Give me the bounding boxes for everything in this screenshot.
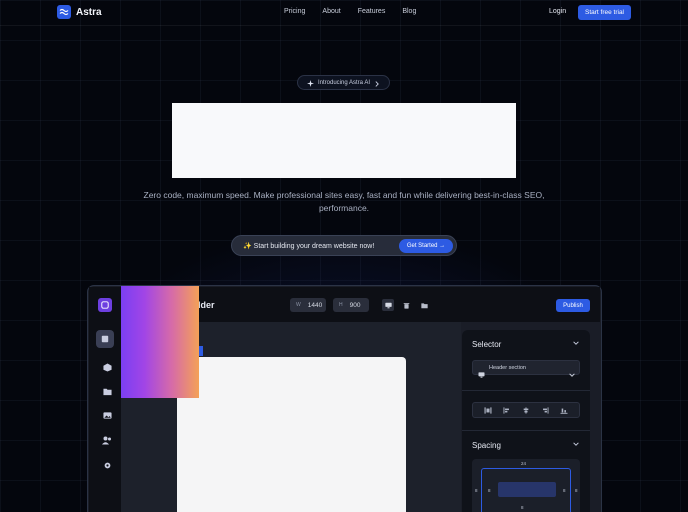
builder-sidebar <box>89 287 121 512</box>
publish-button[interactable]: Publish <box>556 299 590 312</box>
selector-value: Header section <box>489 365 526 371</box>
hero-cta-bar: ✨ Start building your dream website now!… <box>231 235 457 256</box>
settings-icon[interactable] <box>100 458 114 472</box>
panel-divider <box>462 390 590 391</box>
nav-divider <box>0 25 688 26</box>
trash-icon[interactable] <box>400 299 412 311</box>
align-distribute-icon[interactable] <box>483 405 493 415</box>
spacing-inner-left-value[interactable]: 8 <box>488 488 491 493</box>
nav-link-about[interactable]: About <box>322 8 340 15</box>
height-letter: H <box>339 302 343 308</box>
width-value: 1440 <box>307 301 323 309</box>
selector-dropdown[interactable]: Header section <box>472 360 580 378</box>
nav-link-blog[interactable]: Blog <box>402 8 416 15</box>
nav-links: Pricing About Features Blog <box>284 8 416 15</box>
users-icon[interactable] <box>100 433 114 447</box>
image-icon[interactable] <box>100 408 114 422</box>
login-link[interactable]: Login <box>549 8 566 15</box>
gradient-overlay <box>121 286 199 398</box>
sparkle-icon <box>306 74 314 92</box>
start-free-trial-button[interactable]: Start free trial <box>578 5 631 20</box>
announcement-pill[interactable]: Introducing Astra AI <box>297 75 390 90</box>
cta-text: ✨ Start building your dream website now! <box>243 243 375 250</box>
nav-link-pricing[interactable]: Pricing <box>284 8 305 15</box>
align-bottom-icon[interactable] <box>559 405 569 415</box>
panel-divider <box>462 430 590 431</box>
spacing-bottom-value[interactable]: 8 <box>521 505 524 510</box>
get-started-button[interactable]: Get Started → <box>399 239 453 253</box>
spacing-inner-right-value[interactable]: 8 <box>563 488 566 493</box>
cube-icon[interactable] <box>100 360 114 374</box>
hero-subtitle: Zero code, maximum speed. Make professio… <box>143 190 545 213</box>
padding-box[interactable] <box>498 482 556 497</box>
nav-link-features[interactable]: Features <box>358 8 386 15</box>
folder-icon[interactable] <box>100 384 114 398</box>
builder-title: lder <box>198 300 215 310</box>
logo-icon <box>57 5 71 19</box>
spacing-right-value[interactable]: 8 <box>575 488 578 493</box>
chevron-down-icon[interactable] <box>573 340 579 348</box>
desktop-icon <box>478 365 485 383</box>
align-right-icon[interactable] <box>540 405 550 415</box>
announcement-text: Introducing Astra AI <box>317 79 371 86</box>
hero-headline-placeholder <box>172 103 516 178</box>
width-letter: W <box>296 302 301 308</box>
spacing-heading: Spacing <box>472 441 501 450</box>
chevron-down-icon <box>569 365 575 383</box>
selector-heading: Selector <box>472 340 502 349</box>
align-left-icon[interactable] <box>502 405 512 415</box>
canvas-height-input[interactable]: H 900 <box>333 298 369 312</box>
desktop-icon[interactable] <box>382 299 394 311</box>
canvas-selection-marker <box>199 346 203 356</box>
align-center-icon[interactable] <box>521 405 531 415</box>
spacing-left-value[interactable]: 8 <box>475 488 478 493</box>
height-value: 900 <box>349 301 361 309</box>
alignment-toolbar <box>472 402 580 418</box>
folder-icon[interactable] <box>418 299 430 311</box>
top-nav: Astra Pricing About Features Blog Login … <box>0 0 688 26</box>
canvas-page[interactable] <box>177 357 406 512</box>
builder-logo-icon[interactable] <box>98 298 112 312</box>
layers-icon[interactable] <box>96 330 114 348</box>
brand-name: Astra <box>76 6 102 18</box>
brand-logo[interactable]: Astra <box>57 5 102 19</box>
chevron-right-icon <box>374 74 380 92</box>
canvas-width-input[interactable]: W 1440 <box>290 298 326 312</box>
chevron-down-icon[interactable] <box>573 441 579 449</box>
spacing-top-value[interactable]: 24 <box>521 461 526 466</box>
